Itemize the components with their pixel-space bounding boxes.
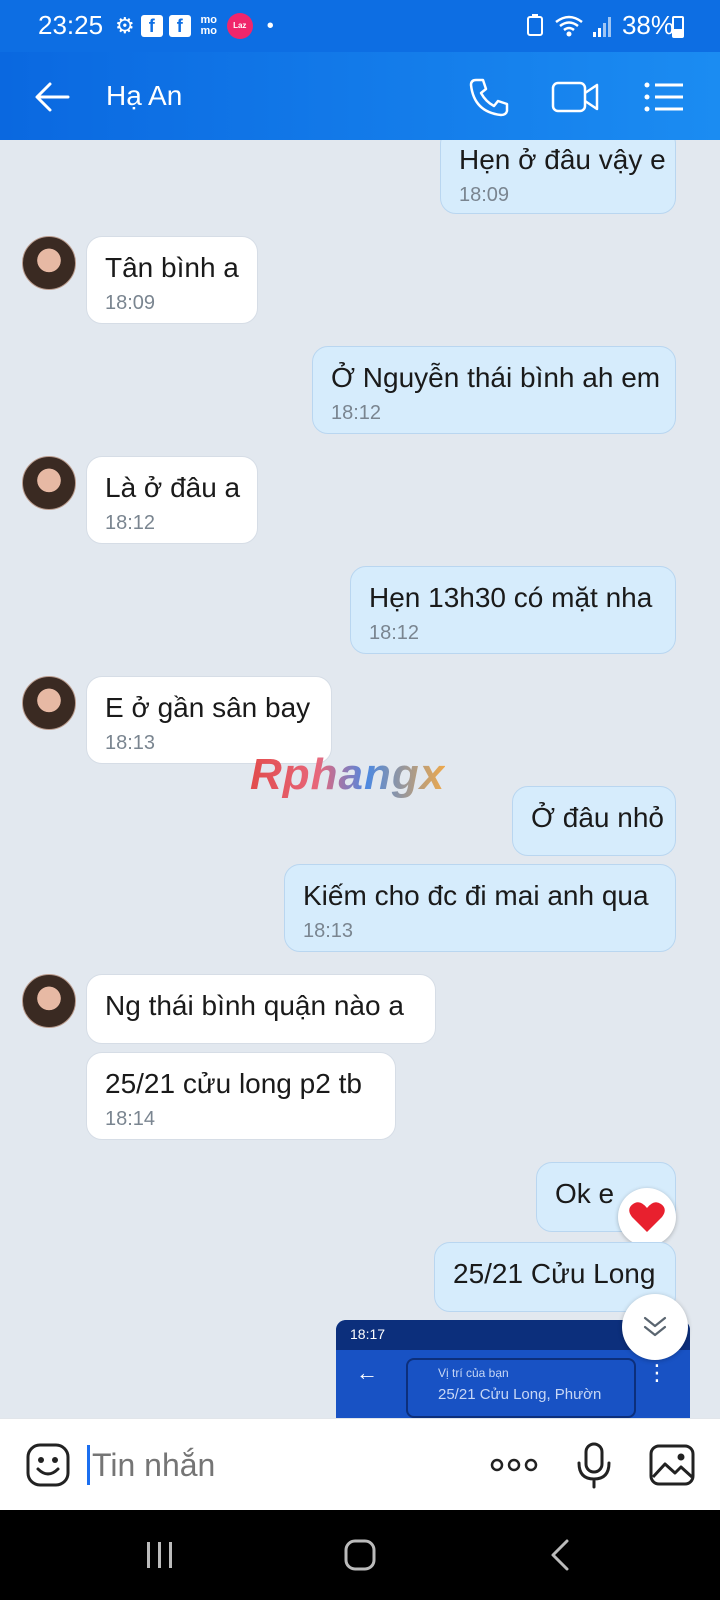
microphone-icon [577, 1442, 611, 1489]
message-text: Tân bình a [105, 252, 239, 283]
signal-icon [592, 16, 611, 37]
shared-image-line2: 25/21 Cửu Long, Phườn [438, 1386, 602, 1403]
message-time: 18:14 [105, 1108, 156, 1130]
message-text: Ở Nguyễn thái bình ah em [331, 362, 661, 393]
voice-message-button[interactable] [568, 1439, 620, 1491]
message-bubble-incoming[interactable]: Tân bình a 18:09 [86, 236, 258, 324]
voice-call-button[interactable] [466, 74, 516, 120]
message-text: Hẹn 13h30 có mặt nha [369, 582, 653, 613]
facebook-icon: f [140, 15, 163, 37]
notification-icons: ⚙ f f mo mo Laz • [115, 12, 274, 40]
battery-percent: 38% [621, 10, 674, 40]
back-button[interactable] [30, 74, 76, 120]
contact-avatar[interactable] [22, 974, 76, 1028]
video-call-button[interactable] [550, 74, 600, 120]
double-chevron-down-icon [643, 1316, 667, 1337]
message-text: Kiếm cho đc đi mai anh qua [303, 880, 649, 911]
wifi-icon [555, 15, 583, 36]
message-bubble-outgoing[interactable]: Ở đâu nhỏ [512, 786, 676, 856]
recent-apps-icon [147, 1542, 172, 1568]
video-camera-icon [551, 81, 599, 113]
message-bubble-outgoing[interactable]: Ở Nguyễn thái bình ah em 18:12 [312, 346, 676, 434]
message-text: Hẹn ở đâu vậy e [459, 144, 666, 175]
more-horizontal-icon [490, 1458, 538, 1472]
chat-message-list[interactable]: Hẹn ở đâu vậy e 18:09 Tân bình a 18:09 Ở… [0, 140, 720, 1418]
text-cursor [87, 1445, 90, 1485]
system-back-button[interactable] [530, 1530, 590, 1580]
message-bubble-outgoing[interactable]: Hẹn ở đâu vậy e 18:09 [440, 140, 676, 214]
sticker-smile-icon [26, 1443, 70, 1487]
phone-icon [469, 78, 509, 117]
lazada-icon: Laz [226, 13, 253, 39]
momo-icon: mo mo [200, 14, 217, 37]
emoji-button[interactable] [22, 1439, 74, 1491]
gallery-button[interactable] [646, 1439, 698, 1491]
gear-icon: ⚙ [115, 13, 135, 38]
message-time: 18:09 [459, 184, 510, 206]
message-text: 25/21 Cửu Long [453, 1258, 656, 1289]
contact-avatar[interactable] [22, 456, 76, 510]
heart-icon [629, 1202, 665, 1232]
message-text: Ở đâu nhỏ [531, 802, 664, 833]
home-icon [344, 1539, 376, 1571]
list-menu-icon [644, 82, 683, 112]
message-time: 18:12 [105, 512, 156, 534]
shared-image-line1: Vị trí của bạn [438, 1366, 509, 1380]
facebook-icon: f [168, 15, 191, 37]
image-icon [649, 1444, 695, 1486]
shared-image-back-icon: ← [356, 1360, 378, 1385]
status-time: 23:25 [38, 10, 104, 40]
chevron-left-icon [551, 1539, 569, 1571]
message-time: 18:12 [369, 622, 420, 644]
message-text: Là ở đâu a [105, 472, 241, 503]
status-bar: 23:25 ⚙ f f mo mo Laz • 38% [0, 0, 720, 52]
shared-image-location-box: Vị trí của bạn 25/21 Cửu Long, Phườn [406, 1358, 636, 1418]
home-button[interactable] [330, 1530, 390, 1580]
shared-image-menu-icon: ⋮ [646, 1360, 668, 1385]
message-bubble-outgoing[interactable]: Kiếm cho đc đi mai anh qua 18:13 [284, 864, 676, 952]
message-text: 25/21 cửu long p2 tb [105, 1068, 362, 1099]
message-time: 18:13 [303, 920, 354, 942]
sync-icon [526, 13, 543, 36]
message-time: 18:09 [105, 292, 156, 314]
battery-icon [672, 16, 684, 38]
more-options-button[interactable] [488, 1439, 540, 1491]
message-time: 18:12 [331, 402, 382, 424]
heart-reaction-button[interactable] [618, 1188, 676, 1246]
chat-menu-button[interactable] [640, 74, 690, 120]
message-bubble-incoming[interactable]: 25/21 cửu long p2 tb 18:14 [86, 1052, 396, 1140]
contact-avatar[interactable] [22, 676, 76, 730]
system-navigation-bar [0, 1510, 720, 1600]
message-composer [0, 1418, 720, 1510]
contact-name[interactable]: Hạ An [106, 80, 182, 112]
scroll-to-bottom-button[interactable] [622, 1294, 688, 1360]
message-bubble-incoming[interactable]: Là ở đâu a 18:12 [86, 456, 258, 544]
message-text: E ở gần sân bay [105, 692, 311, 723]
more-notifications-dot-icon: • [266, 14, 274, 37]
message-bubble-outgoing[interactable]: Hẹn 13h30 có mặt nha 18:12 [350, 566, 676, 654]
arrow-left-icon [35, 82, 70, 112]
watermark: Rphangx [250, 750, 446, 799]
message-bubble-incoming[interactable]: Ng thái bình quận nào a [86, 974, 436, 1044]
shared-image-time: 18:17 [350, 1326, 386, 1342]
message-text: Ng thái bình quận nào a [105, 990, 404, 1021]
chat-header: Hạ An [0, 52, 720, 140]
contact-avatar[interactable] [22, 236, 76, 290]
recent-apps-button[interactable] [130, 1530, 190, 1580]
message-input[interactable] [92, 1441, 462, 1489]
